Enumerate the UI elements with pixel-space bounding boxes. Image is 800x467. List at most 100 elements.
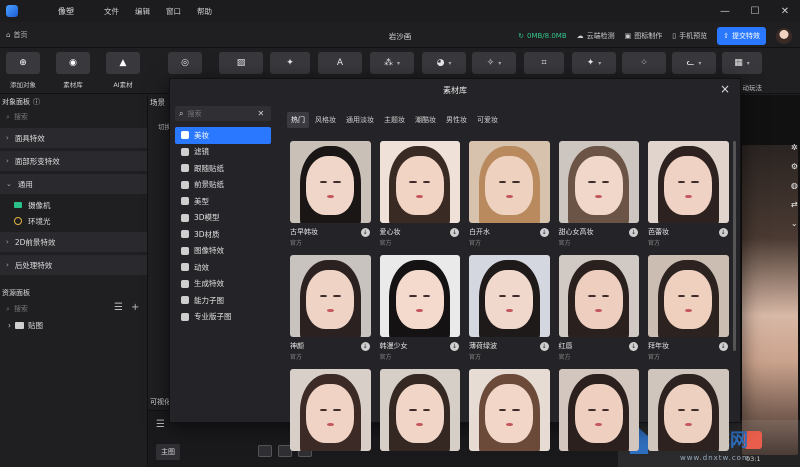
chevron-down-icon[interactable]: ⌄ — [791, 219, 798, 228]
item-ambient-light[interactable]: 环境光 — [0, 213, 147, 229]
material-card[interactable] — [558, 369, 639, 467]
object-search[interactable]: ⌕ 搜索 — [0, 109, 147, 125]
phone-preview-link[interactable]: ▯ 手机预览 — [672, 31, 707, 41]
category-item[interactable]: 能力子图 — [175, 292, 271, 309]
group-face-deform[interactable]: › 面部形变特效 — [0, 151, 147, 171]
category-item[interactable]: 3D材质 — [175, 226, 271, 243]
material-card[interactable]: 韩漫少女 官方 ↓ — [379, 255, 460, 367]
material-card[interactable] — [290, 369, 371, 467]
close-window-button[interactable]: ✕ — [770, 0, 800, 22]
material-card[interactable]: 拜年妆 官方 ↓ — [648, 255, 729, 367]
gear-icon[interactable]: ⚙ — [791, 162, 798, 171]
scan-tool[interactable]: ⌗ — [524, 52, 564, 74]
ai-text-tool[interactable]: A — [318, 52, 362, 74]
download-icon[interactable]: ↓ — [360, 228, 370, 237]
cat-tool[interactable]: ᓚ ▾ — [672, 52, 716, 74]
group-mask-effects[interactable]: › 面具特效 — [0, 128, 147, 148]
tab-6[interactable]: 可爱妆 — [473, 112, 502, 128]
download-icon[interactable]: ↓ — [629, 342, 638, 351]
download-icon[interactable]: ↓ — [718, 228, 728, 237]
menu-window[interactable]: 窗口 — [166, 6, 181, 17]
material-card[interactable] — [379, 369, 460, 467]
material-card[interactable]: 薄荷绿波 官方 ↓ — [469, 255, 550, 367]
material-card[interactable] — [648, 369, 729, 467]
category-item[interactable]: 美型 — [175, 193, 271, 210]
clear-icon[interactable]: ✕ — [257, 109, 264, 118]
eye-shape — [409, 294, 417, 298]
tab-3[interactable]: 主题妆 — [380, 112, 409, 128]
scene-tab[interactable]: 场景 — [150, 97, 165, 108]
download-icon[interactable]: ↓ — [360, 342, 370, 351]
particles-tool[interactable]: ⁘ — [622, 52, 666, 74]
icon-make-link[interactable]: ▣ 图标制作 — [625, 31, 663, 41]
material-card[interactable]: 芭蕾妆 官方 ↓ — [648, 141, 729, 253]
category-item[interactable]: 滤镜 — [175, 144, 271, 161]
shuffle-icon[interactable]: ⇄ — [791, 200, 798, 209]
main-graph-tag[interactable]: 主图 — [156, 444, 180, 460]
settings-icon[interactable]: ✲ — [791, 143, 798, 152]
add-icon[interactable]: + — [131, 302, 139, 313]
minimize-button[interactable]: — — [710, 0, 740, 22]
download-icon[interactable]: ↓ — [450, 342, 459, 351]
list-icon[interactable]: ☰ — [114, 302, 123, 313]
ai-material-tool[interactable]: ▲ AI素材 — [106, 52, 140, 89]
group-2d-foreground[interactable]: › 2D前景特效 — [0, 232, 147, 252]
face-track-tool[interactable]: ◎ — [168, 52, 202, 74]
avatar[interactable] — [776, 28, 792, 44]
maximize-button[interactable]: ☐ — [740, 0, 770, 22]
material-card[interactable]: 甜心女高妆 官方 ↓ — [558, 141, 639, 253]
download-icon[interactable]: ↓ — [539, 342, 549, 351]
group-post-process[interactable]: › 后处理特效 — [0, 255, 147, 275]
magic-tool[interactable]: ✧ ▾ — [472, 52, 516, 74]
category-item[interactable]: 图像特效 — [175, 243, 271, 260]
play-mode-tool[interactable]: ▦ ▾ — [722, 52, 762, 74]
menu-help[interactable]: 帮助 — [197, 6, 212, 17]
material-card[interactable]: 神颜 官方 ↓ — [290, 255, 371, 367]
figure-tool[interactable]: ✦ — [270, 52, 310, 74]
menu-edit[interactable]: 编辑 — [135, 6, 150, 17]
category-item[interactable]: 跟随贴纸 — [175, 160, 271, 177]
sparkle-tool[interactable]: ✦ ▾ — [572, 52, 616, 74]
submit-effect-button[interactable]: ⇧ 提交特效 — [717, 27, 766, 45]
resource-search[interactable]: ⌕ 搜索 — [6, 304, 28, 314]
close-icon[interactable]: × — [720, 82, 730, 96]
face-shape — [395, 383, 444, 443]
download-icon[interactable]: ↓ — [450, 228, 459, 237]
library-tool[interactable]: ◉ 素材库 — [56, 52, 90, 89]
tab-0[interactable]: 热门 — [287, 112, 309, 128]
material-card[interactable]: 白开水 官方 ↓ — [469, 141, 550, 253]
category-item[interactable]: 动效 — [175, 259, 271, 276]
category-search-input[interactable] — [187, 109, 254, 118]
material-name: 韩漫少女 — [379, 342, 408, 350]
tab-2[interactable]: 通用淡妆 — [342, 112, 378, 128]
download-icon[interactable]: ↓ — [539, 228, 549, 237]
material-card[interactable]: 红唇 官方 ↓ — [558, 255, 639, 367]
aperture-icon[interactable]: ◍ — [791, 181, 798, 190]
category-item[interactable]: 生成特效 — [175, 276, 271, 293]
tab-5[interactable]: 男性妆 — [442, 112, 471, 128]
folder-textures[interactable]: › 贴图 — [8, 320, 43, 331]
tab-4[interactable]: 潮酷妆 — [411, 112, 440, 128]
lips-shape — [326, 194, 334, 198]
material-card[interactable]: 古早韩妆 官方 ↓ — [290, 141, 371, 253]
category-item[interactable]: 美妆 — [175, 127, 271, 144]
material-card[interactable]: 爱心妆 官方 ↓ — [379, 141, 460, 253]
makeup-tool[interactable]: ◕ ▾ — [422, 52, 466, 74]
nodes-tool[interactable]: ⁂ ▾ — [370, 52, 414, 74]
download-icon[interactable]: ↓ — [718, 342, 728, 351]
frame-icon[interactable] — [258, 445, 272, 457]
category-item[interactable]: 3D模型 — [175, 210, 271, 227]
category-item[interactable]: 专业版子图 — [175, 309, 271, 326]
tab-1[interactable]: 风格妆 — [311, 112, 340, 128]
group-common[interactable]: ⌄ 通用 — [0, 174, 147, 194]
cloud-check-link[interactable]: ☁ 云端检测 — [577, 31, 615, 41]
material-card[interactable] — [469, 369, 550, 467]
download-icon[interactable]: ↓ — [629, 228, 638, 237]
image-tool[interactable]: ▨ — [219, 52, 263, 74]
add-object-tool[interactable]: ⊕ 添加对象 — [6, 52, 40, 89]
scrollbar[interactable] — [733, 141, 736, 351]
menu-icon[interactable]: ☰ — [156, 419, 165, 430]
item-camera[interactable]: 摄像机 — [0, 197, 147, 213]
menu-file[interactable]: 文件 — [104, 6, 119, 17]
category-item[interactable]: 前景贴纸 — [175, 177, 271, 194]
